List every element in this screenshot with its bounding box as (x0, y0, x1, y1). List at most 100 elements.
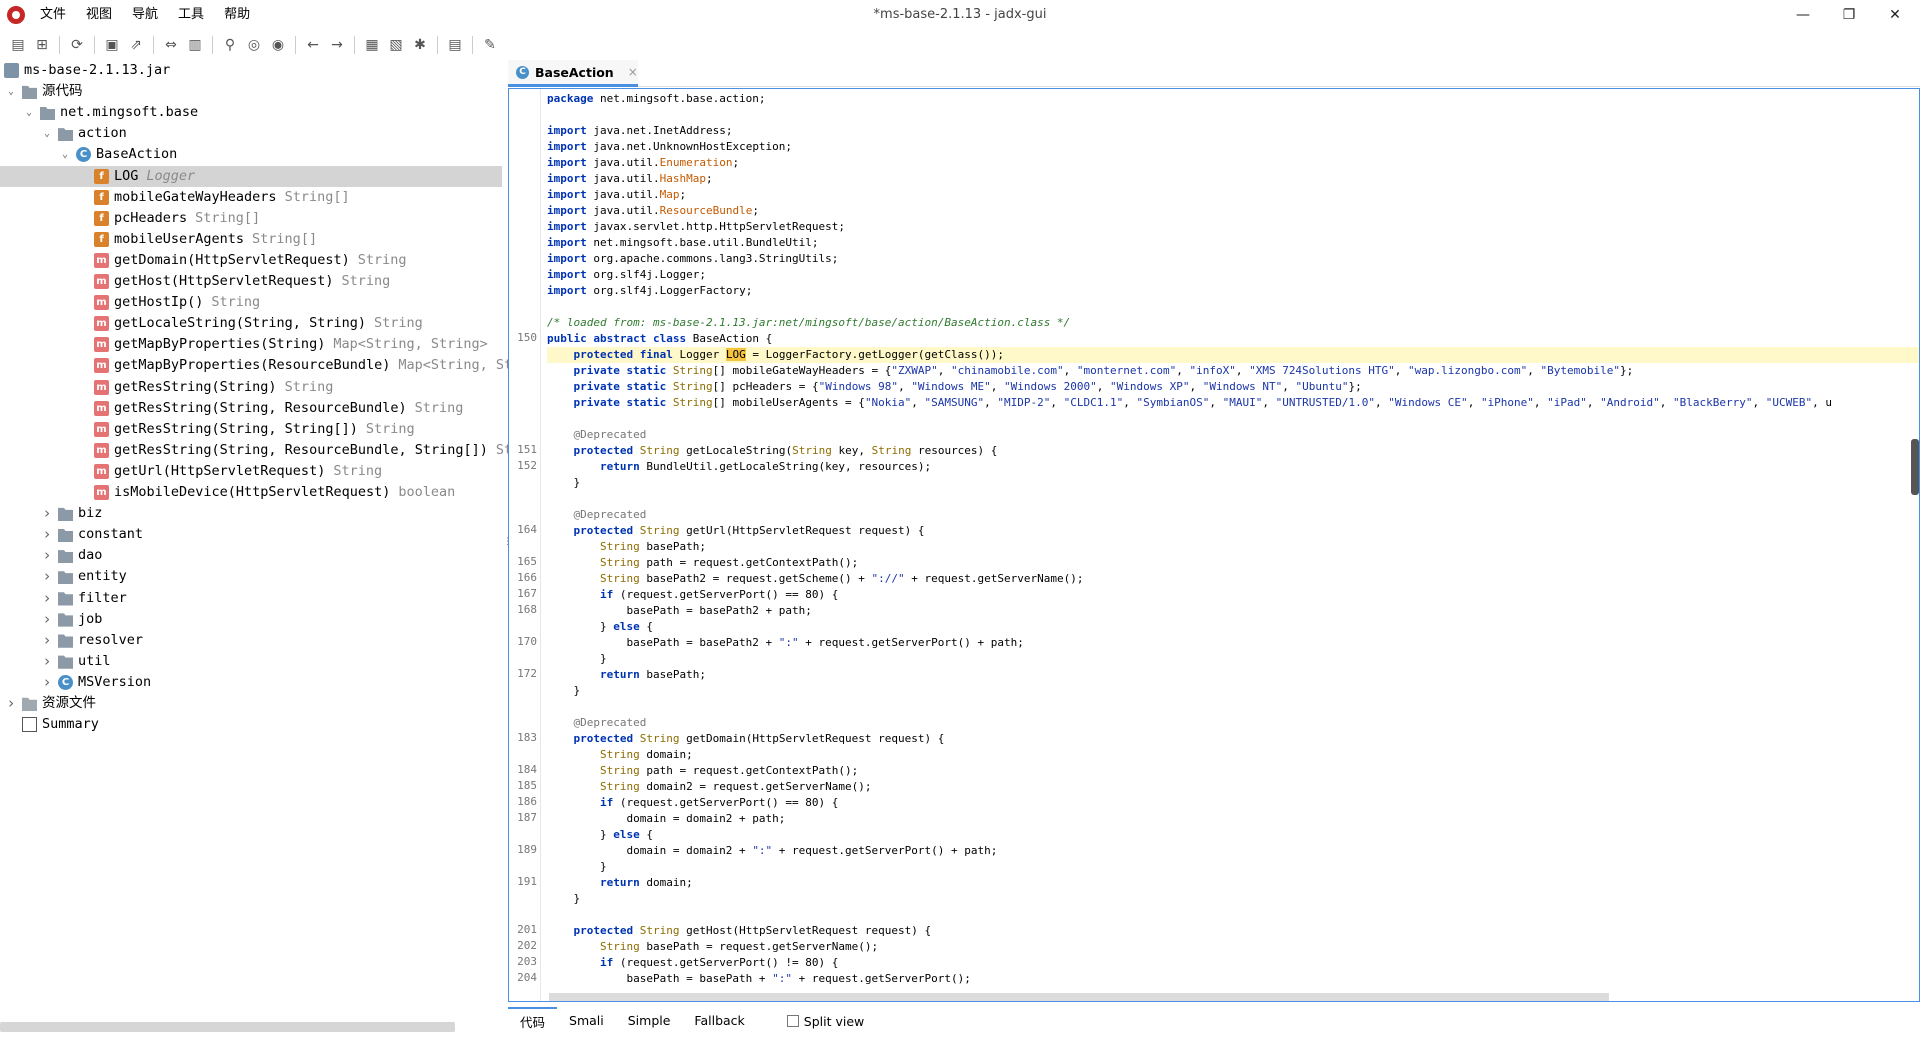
chevron-down-icon[interactable]: ⌄ (22, 102, 36, 123)
chevron-right-icon[interactable]: › (40, 545, 54, 566)
tree-node-getdomain-httpservletrequest[interactable]: m getDomain(HttpServletRequest) String (0, 250, 502, 271)
tree-node-getmapbyproperties-resourcebundle[interactable]: m getMapByProperties(ResourceBundle) Map<S… (0, 355, 512, 376)
jadx-app-icon (7, 6, 25, 24)
code-line: import java.net.InetAddress; (547, 124, 733, 137)
package-icon (58, 571, 73, 585)
chevron-down-icon[interactable]: ⌄ (58, 144, 72, 165)
tree-node-package-entity[interactable]: › entity (0, 566, 502, 587)
view-tab-simple[interactable]: Simple (616, 1007, 683, 1035)
tree-node-getlocalestring-string-string[interactable]: m getLocaleString(String, String) String (0, 313, 502, 334)
chevron-down-icon[interactable]: ⌄ (40, 123, 54, 144)
open-icon[interactable]: ▤ (6, 34, 30, 56)
jar-icon (4, 63, 19, 78)
maximize-button[interactable]: ❐ (1826, 0, 1872, 30)
tree-node-getresstring-string[interactable]: m getResString(String) String (0, 377, 502, 398)
tree-node-package-biz[interactable]: › biz (0, 503, 502, 524)
split-view-toggle[interactable]: Split view (786, 1014, 864, 1029)
tree-node-getresstring-string-string[interactable]: m getResString(String, String[]) String (0, 419, 502, 440)
tree-node-package-resolver[interactable]: › resolver (0, 630, 502, 651)
tree-node-log[interactable]: f LOG Logger (0, 165, 502, 187)
tree-node-baseaction[interactable]: ⌄ C BaseAction (0, 144, 502, 165)
code-text[interactable]: package net.mingsoft.base.action; import … (547, 89, 1919, 1001)
chevron-right-icon[interactable]: › (4, 693, 18, 714)
bookmark-icon[interactable]: ▧ (384, 34, 408, 56)
decompile-icon[interactable]: ▦ (360, 34, 384, 56)
tree-node-package-job[interactable]: › job (0, 609, 502, 630)
vertical-scrollbar-thumb[interactable] (1911, 439, 1919, 495)
code-line: protected String getUrl(HttpServletReque… (573, 524, 925, 537)
tree-node-package-filter[interactable]: › filter (0, 588, 502, 609)
chevron-right-icon[interactable]: › (40, 524, 54, 545)
chevron-right-icon[interactable]: › (40, 651, 54, 672)
code-line: String basePath2 = request.getScheme() +… (599, 572, 1084, 585)
tab-baseaction[interactable]: C BaseAction × (508, 60, 638, 87)
tree-node-getresstring-string-resourcebundle[interactable]: m getResString(String, ResourceBundle) Str… (0, 398, 502, 419)
code-editor[interactable]: 150 151 152 164 165 166 167 168 170 172 183 184 185 1… (508, 88, 1920, 1002)
save-icon[interactable]: ▣ (100, 34, 124, 56)
forward-icon[interactable]: → (325, 34, 349, 56)
tree-node-pcheaders[interactable]: f pcHeaders String[] (0, 208, 502, 229)
tree-node-package-dao[interactable]: › dao (0, 545, 502, 566)
tree-node-gethost-httpservletrequest[interactable]: m getHost(HttpServletRequest) String (0, 271, 502, 292)
tree-node-geturl-httpservletrequest[interactable]: m getUrl(HttpServletRequest) String (0, 461, 502, 482)
log-icon[interactable]: ▤ (443, 34, 467, 56)
tree-node-ismobiledevice-httpservletrequest[interactable]: m isMobileDevice(HttpServletRequest) boole… (0, 482, 502, 503)
chevron-right-icon[interactable]: › (40, 588, 54, 609)
code-line: String domain; (599, 748, 693, 761)
find-usage-icon[interactable]: ◉ (266, 34, 290, 56)
tree-node-package-util[interactable]: › util (0, 651, 502, 672)
back-icon[interactable]: ← (301, 34, 325, 56)
add-files-icon[interactable]: ⊞ (30, 34, 54, 56)
chevron-right-icon[interactable]: › (40, 609, 54, 630)
tree-type: Map<String, St (398, 357, 513, 374)
sync-icon[interactable]: ⟳ (65, 34, 89, 56)
menu-item-0[interactable]: 文件 (30, 0, 76, 30)
find-class-icon[interactable]: ◎ (242, 34, 266, 56)
debug-icon[interactable]: ✱ (408, 34, 432, 56)
tab-label: BaseAction (535, 64, 614, 80)
tree-node-package[interactable]: ⌄ net.mingsoft.base (0, 102, 502, 123)
tree-node-mobileuseragents[interactable]: f mobileUserAgents String[] (0, 229, 502, 250)
tree-node-resources[interactable]: › 资源文件 (0, 693, 502, 714)
tree-horizontal-scrollbar[interactable] (0, 1022, 455, 1032)
tree-node-getresstring-string-resourcebundle-string[interactable]: m getResString(String, ResourceBundle, St… (0, 440, 512, 461)
settings-icon[interactable]: ✎ (478, 34, 502, 56)
chevron-down-icon[interactable]: ⌄ (4, 81, 18, 102)
tree-label: mobileGateWayHeaders String[] (114, 187, 350, 208)
menu-item-3[interactable]: 工具 (168, 0, 214, 30)
tree-node-source[interactable]: ⌄ 源代码 (0, 81, 502, 102)
chevron-right-icon[interactable]: › (40, 503, 54, 524)
chevron-right-icon[interactable]: › (40, 672, 54, 693)
view-tab-smali[interactable]: Smali (557, 1007, 616, 1035)
export-icon[interactable]: ⇗ (124, 34, 148, 56)
view-tab-fallback[interactable]: Fallback (682, 1007, 756, 1035)
tree-label-text: entity (78, 568, 127, 585)
menu-item-2[interactable]: 导航 (122, 0, 168, 30)
close-button[interactable]: ✕ (1872, 0, 1918, 30)
tree-label: LOG Logger (114, 166, 195, 187)
tree-node-jar[interactable]: ms-base-2.1.13.jar (0, 60, 502, 81)
tree-label: 资源文件 (42, 693, 96, 714)
minimize-button[interactable]: — (1780, 0, 1826, 30)
menu-item-4[interactable]: 帮助 (214, 0, 260, 30)
tree-icon[interactable]: ▥ (183, 34, 207, 56)
tree-node-summary[interactable]: Summary (0, 714, 502, 735)
tree-node-msversion[interactable]: › C MSVersion (0, 672, 502, 693)
tree-node-package-constant[interactable]: › constant (0, 524, 502, 545)
chevron-right-icon[interactable]: › (40, 630, 54, 651)
tree-label-text: net.mingsoft.base (60, 104, 199, 121)
split-view-checkbox[interactable] (786, 1015, 799, 1027)
chevron-right-icon[interactable]: › (40, 566, 54, 587)
search-icon[interactable]: ⚲ (218, 34, 242, 56)
view-tab-code[interactable]: 代码 (508, 1007, 558, 1035)
tree-node-action[interactable]: ⌄ action (0, 123, 502, 144)
menu-item-1[interactable]: 视图 (76, 0, 122, 30)
tree-node-gethostip[interactable]: m getHostIp() String (0, 292, 502, 313)
code-line: domain = domain2 + ":" + request.getServ… (547, 844, 998, 857)
tree-node-mobilegatewayheaders[interactable]: f mobileGateWayHeaders String[] (0, 187, 502, 208)
tree-node-getmapbyproperties-string[interactable]: m getMapByProperties(String) Map<String, S… (0, 334, 502, 355)
splitter-handle[interactable]: ⋮ (503, 538, 512, 554)
flatten-icon[interactable]: ⇔ (159, 34, 183, 56)
horizontal-scrollbar[interactable] (549, 993, 1609, 1001)
tab-close-icon[interactable]: × (628, 65, 638, 79)
